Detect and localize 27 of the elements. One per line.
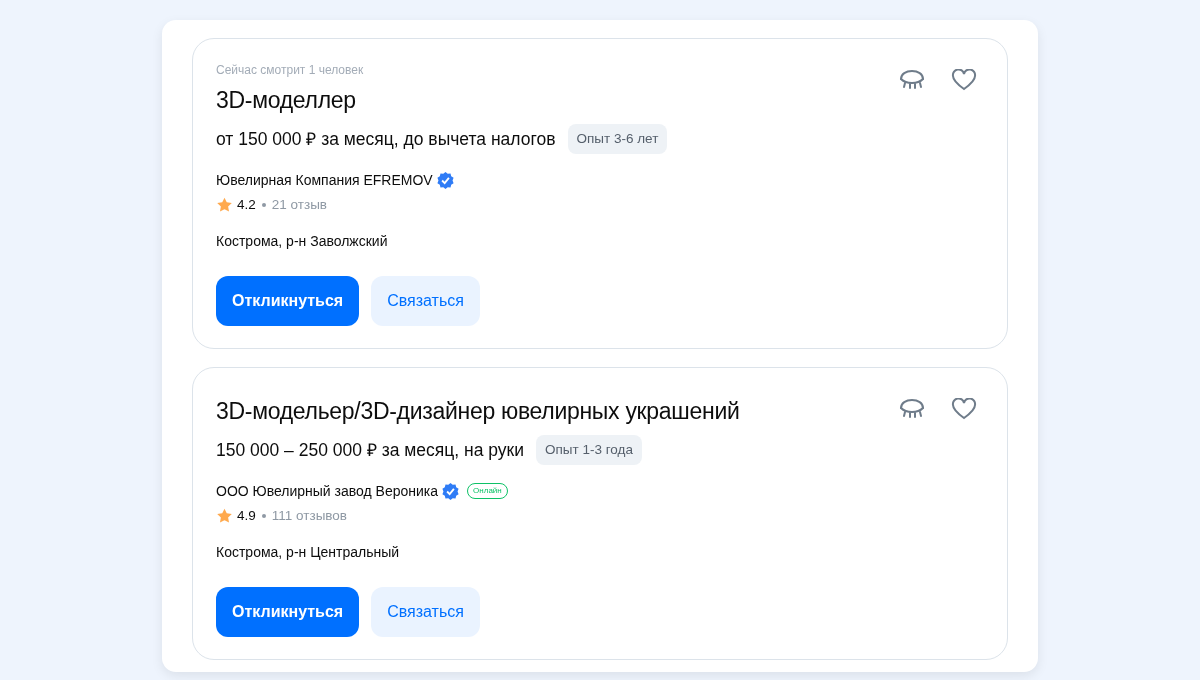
separator-dot xyxy=(261,513,266,518)
eye-closed-icon[interactable] xyxy=(899,69,925,91)
company-name[interactable]: ООО Ювелирный завод Вероника xyxy=(216,480,439,502)
salary-text: 150 000 – 250 000 ₽ за месяц, на руки xyxy=(216,438,525,462)
reviews-link[interactable]: 111 отзывов xyxy=(271,505,348,526)
contact-button[interactable]: Связаться xyxy=(371,587,480,637)
location-text: Кострома, р-н Центральный xyxy=(216,543,401,562)
heart-icon[interactable] xyxy=(951,69,977,91)
star-icon xyxy=(216,196,233,213)
company-name[interactable]: Ювелирная Компания EFREMOV xyxy=(216,169,433,191)
reviews-link[interactable]: 21 отзыв xyxy=(271,194,327,215)
respond-button[interactable]: Откликнуться xyxy=(216,276,360,326)
contact-button[interactable]: Связаться xyxy=(371,276,480,326)
vacancy-title[interactable]: 3D-модельер/3D-дизайнер ювелирных украшений xyxy=(216,394,985,429)
rating-value: 4.9 xyxy=(237,506,256,525)
salary-text: от 150 000 ₽ за месяц, до вычета налогов xyxy=(216,127,556,151)
vacancy-title[interactable]: 3D-моделлер xyxy=(216,83,985,118)
rating-value: 4.2 xyxy=(237,195,256,214)
experience-tag: Опыт 1-3 года xyxy=(536,434,642,465)
star-icon xyxy=(216,507,233,524)
viewers-count: Сейчас смотрит 1 человек xyxy=(216,62,365,79)
respond-button[interactable]: Откликнуться xyxy=(216,587,360,637)
eye-closed-icon[interactable] xyxy=(899,398,925,420)
location-text: Кострома, р-н Заволжский xyxy=(216,232,389,251)
heart-icon[interactable] xyxy=(951,398,977,420)
separator-dot xyxy=(261,202,266,207)
experience-tag: Опыт 3-6 лет xyxy=(567,123,668,154)
